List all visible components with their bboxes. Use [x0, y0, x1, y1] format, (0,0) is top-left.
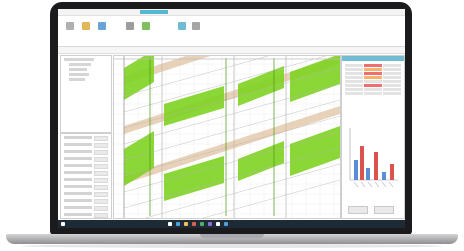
start-icon[interactable] [61, 222, 65, 226]
cancel-button[interactable] [374, 206, 394, 214]
ribbon-button[interactable] [190, 22, 202, 40]
tree-item[interactable] [69, 68, 87, 71]
ribbon-button[interactable] [176, 22, 188, 40]
chart-canvas[interactable] [114, 9, 341, 228]
properties-panel [60, 133, 112, 228]
property-row[interactable] [64, 143, 108, 148]
mini-tick-label [381, 181, 387, 188]
mini-tick-label [388, 181, 394, 188]
mini-bar [366, 168, 370, 180]
mini-bar [354, 160, 358, 180]
mini-bar [390, 164, 394, 180]
activity-band [238, 66, 284, 106]
taskbar-app-icon[interactable] [224, 222, 228, 226]
mini-tick-label [367, 181, 373, 188]
open-icon [82, 22, 90, 30]
table-row [345, 72, 401, 75]
table-row [345, 88, 401, 91]
taskbar-app-icon[interactable] [184, 222, 188, 226]
property-row[interactable] [64, 164, 108, 169]
activity-band [290, 126, 340, 176]
table-row [345, 68, 401, 71]
ribbon-button[interactable] [140, 22, 152, 40]
ok-button[interactable] [348, 206, 368, 214]
results-panel-header [342, 56, 404, 61]
title-bar [58, 9, 405, 16]
time-distance-chart [113, 9, 341, 228]
table-row [345, 92, 401, 95]
file-icon [66, 22, 74, 30]
save-icon [98, 22, 106, 30]
mini-bar [360, 146, 364, 180]
report-icon [192, 22, 200, 30]
property-row[interactable] [64, 213, 108, 218]
ribbon-toolbar [58, 16, 405, 47]
property-row[interactable] [64, 199, 108, 204]
property-row[interactable] [64, 150, 108, 155]
tree-item[interactable] [64, 58, 94, 61]
mini-tick-label [374, 181, 380, 188]
mini-tick-label [360, 181, 366, 188]
tree-item[interactable] [69, 78, 85, 81]
ribbon-button[interactable] [96, 22, 108, 40]
tree-item[interactable] [69, 63, 91, 66]
property-row[interactable] [64, 185, 108, 190]
mini-bar [374, 152, 378, 180]
tree-item[interactable] [69, 73, 89, 76]
property-row[interactable] [64, 136, 108, 141]
property-row[interactable] [64, 192, 108, 197]
laptop-screen [58, 9, 405, 228]
export-icon [178, 22, 186, 30]
diagonal-line [123, 147, 341, 209]
calc-icon [142, 22, 150, 30]
taskbar-app-icon[interactable] [216, 222, 220, 226]
ribbon-button[interactable] [64, 22, 76, 40]
laptop-shadow [22, 244, 442, 248]
ribbon-button[interactable] [80, 22, 92, 40]
table-row [345, 80, 401, 83]
taskbar-app-icon[interactable] [168, 222, 172, 226]
taskbar-app-icon[interactable] [200, 222, 204, 226]
mini-tick-label [353, 181, 359, 188]
table-row [345, 76, 401, 79]
laptop-notch [200, 234, 264, 238]
taskbar [58, 220, 405, 228]
results-table [345, 64, 401, 95]
mini-bar-chart [349, 128, 398, 188]
tool-strip [58, 47, 405, 54]
settings-icon [126, 22, 134, 30]
results-panel [341, 55, 405, 219]
activity-band [290, 54, 340, 102]
property-row[interactable] [64, 206, 108, 211]
project-tree-panel [60, 55, 112, 133]
taskbar-app-icon[interactable] [208, 222, 212, 226]
table-row [345, 64, 401, 67]
mini-bar [382, 172, 386, 180]
taskbar-app-icon[interactable] [176, 222, 180, 226]
property-row[interactable] [64, 171, 108, 176]
taskbar-app-icon[interactable] [192, 222, 196, 226]
ribbon-button[interactable] [124, 22, 136, 40]
table-row [345, 84, 401, 87]
property-row[interactable] [64, 157, 108, 162]
property-row[interactable] [64, 178, 108, 183]
activity-band [238, 141, 284, 181]
active-ribbon-tab[interactable] [140, 10, 168, 14]
